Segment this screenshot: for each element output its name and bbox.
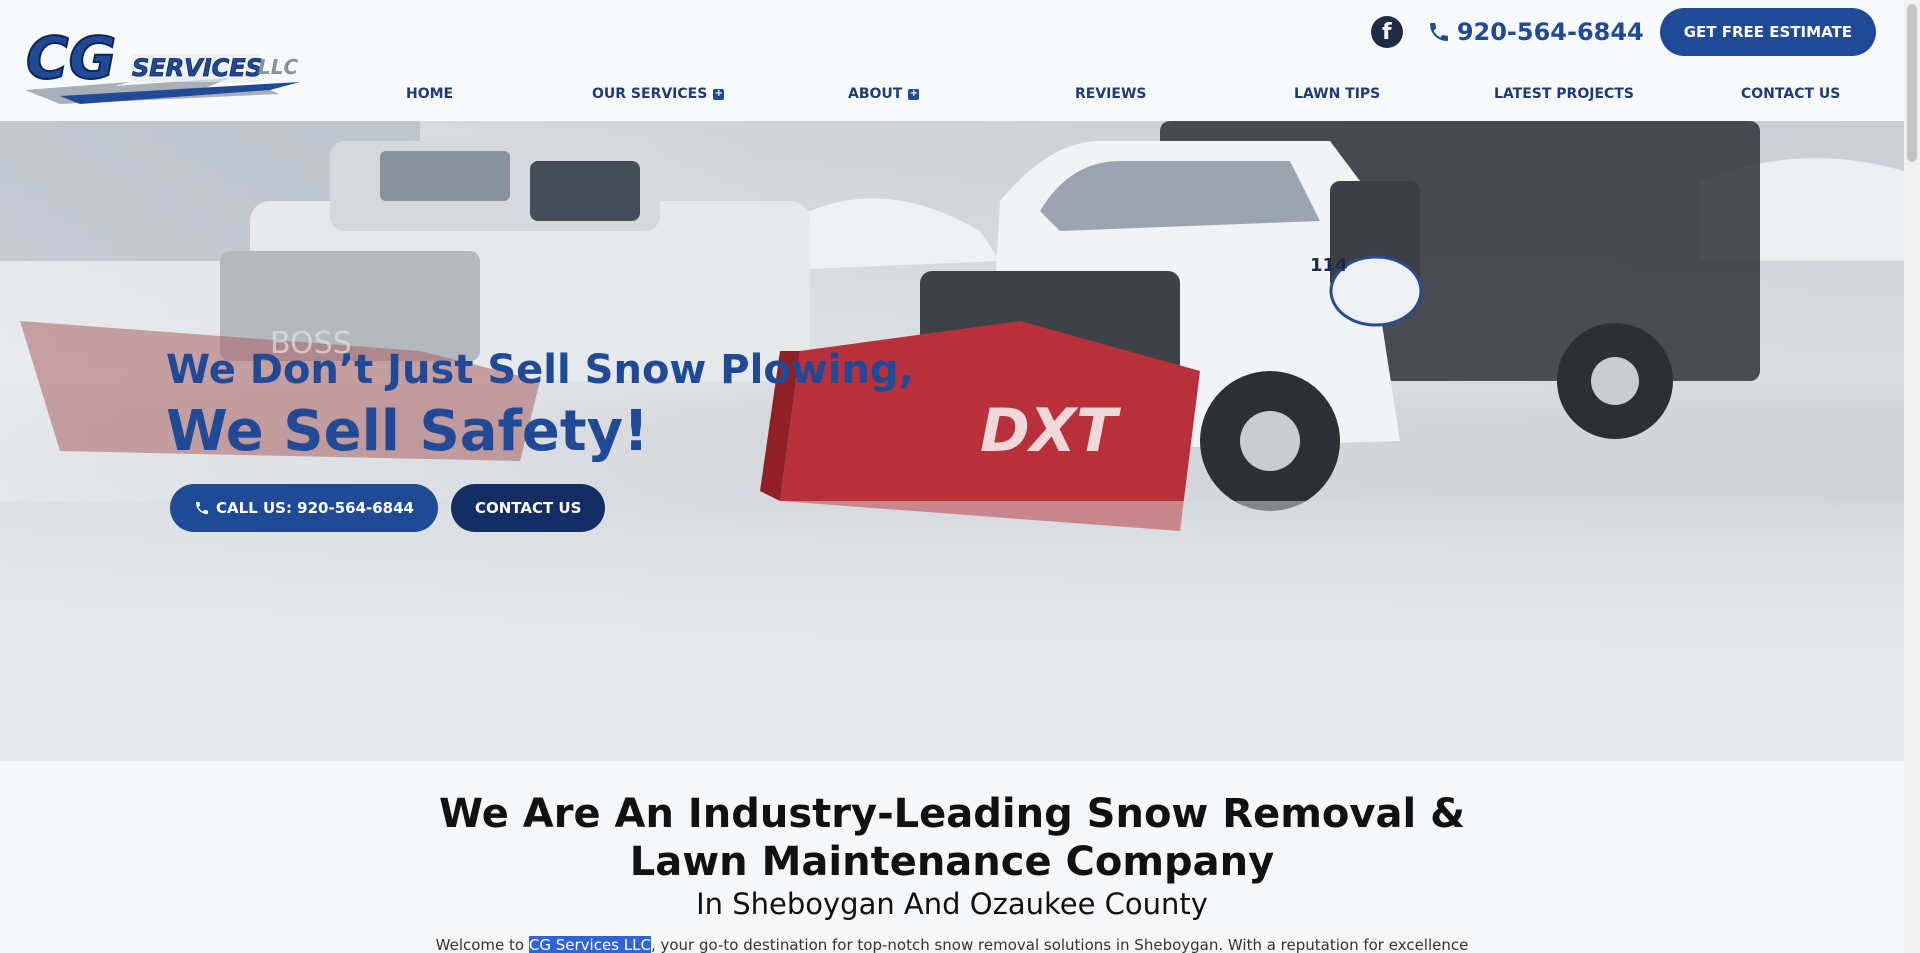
nav-our-services[interactable]: OUR SERVICES + bbox=[592, 86, 725, 102]
intro-para-prefix: Welcome to bbox=[435, 936, 529, 953]
hero-title-line1: We Don’t Just Sell Snow Plowing, bbox=[166, 347, 914, 393]
intro-heading-line1: We Are An Industry-Leading Snow Removal … bbox=[439, 791, 1465, 837]
nav-home[interactable]: HOME bbox=[406, 86, 453, 102]
header-topbar: f 920-564-6844 GET FREE ESTIMATE bbox=[1370, 8, 1876, 56]
call-us-button[interactable]: CALL US: 920-564-6844 bbox=[170, 484, 438, 532]
hero-buttons: CALL US: 920-564-6844 CONTACT US bbox=[170, 484, 618, 532]
phone-icon bbox=[196, 502, 208, 514]
plus-icon[interactable]: + bbox=[713, 88, 725, 100]
scrollbar-thumb[interactable] bbox=[1907, 4, 1917, 162]
nav-latest-projects-label: LATEST PROJECTS bbox=[1494, 86, 1634, 102]
intro-heading-line2: Lawn Maintenance Company bbox=[629, 839, 1275, 885]
header-phone-link[interactable]: 920-564-6844 bbox=[1427, 18, 1644, 46]
svg-text:LLC: LLC bbox=[258, 55, 298, 79]
nav-latest-projects[interactable]: LATEST PROJECTS bbox=[1494, 86, 1634, 102]
nav-about-label: ABOUT bbox=[848, 86, 903, 102]
svg-text:DXT: DXT bbox=[980, 396, 1121, 466]
nav-reviews[interactable]: REVIEWS bbox=[1075, 86, 1146, 102]
nav-about[interactable]: ABOUT + bbox=[848, 86, 920, 102]
intro-paragraph: Welcome to CG Services LLC, your go-to d… bbox=[0, 936, 1904, 953]
nav-reviews-label: REVIEWS bbox=[1075, 86, 1147, 102]
nav-contact-us[interactable]: CONTACT US bbox=[1741, 86, 1840, 102]
hero-contact-us-button[interactable]: CONTACT US bbox=[450, 484, 606, 532]
company-logo[interactable]: CG SERVICES LLC bbox=[20, 23, 320, 110]
plus-icon[interactable]: + bbox=[908, 88, 920, 100]
facebook-icon[interactable]: f bbox=[1370, 16, 1403, 48]
nav-our-services-label: OUR SERVICES bbox=[592, 86, 708, 102]
hero-title-line2: We Sell Safety! bbox=[166, 399, 649, 464]
page-scrollbar[interactable] bbox=[1904, 0, 1920, 953]
intro-subheading: In Sheboygan And Ozaukee County bbox=[696, 887, 1208, 921]
svg-text:CG: CG bbox=[26, 24, 116, 92]
nav-lawn-tips[interactable]: LAWN TIPS bbox=[1294, 86, 1380, 102]
intro-para-suffix: , your go-to destination for top-notch s… bbox=[650, 936, 1469, 953]
svg-text:SERVICES: SERVICES bbox=[132, 54, 263, 82]
main-nav: HOME OUR SERVICES + ABOUT + REVIEWS LAWN T… bbox=[340, 86, 1880, 106]
intro-section: We Are An Industry-Leading Snow Removal … bbox=[0, 790, 1904, 953]
call-us-label: CALL US: 920-564-6844 bbox=[216, 499, 414, 517]
nav-lawn-tips-label: LAWN TIPS bbox=[1294, 86, 1381, 102]
header-phone-number: 920-564-6844 bbox=[1456, 18, 1644, 46]
nav-contact-us-label: CONTACT US bbox=[1741, 86, 1841, 102]
intro-para-highlight: CG Services LLC bbox=[528, 936, 651, 953]
svg-text:114: 114 bbox=[1310, 255, 1348, 276]
nav-home-label: HOME bbox=[406, 86, 454, 102]
phone-icon bbox=[1429, 23, 1448, 41]
get-free-estimate-button[interactable]: GET FREE ESTIMATE bbox=[1659, 8, 1876, 56]
site-header: CG SERVICES LLC f 920-564-6844 GET FREE … bbox=[0, 0, 1904, 121]
hero-banner: BOSS 114 DXT We Don’t Just Sell Snow Plo… bbox=[0, 121, 1904, 761]
